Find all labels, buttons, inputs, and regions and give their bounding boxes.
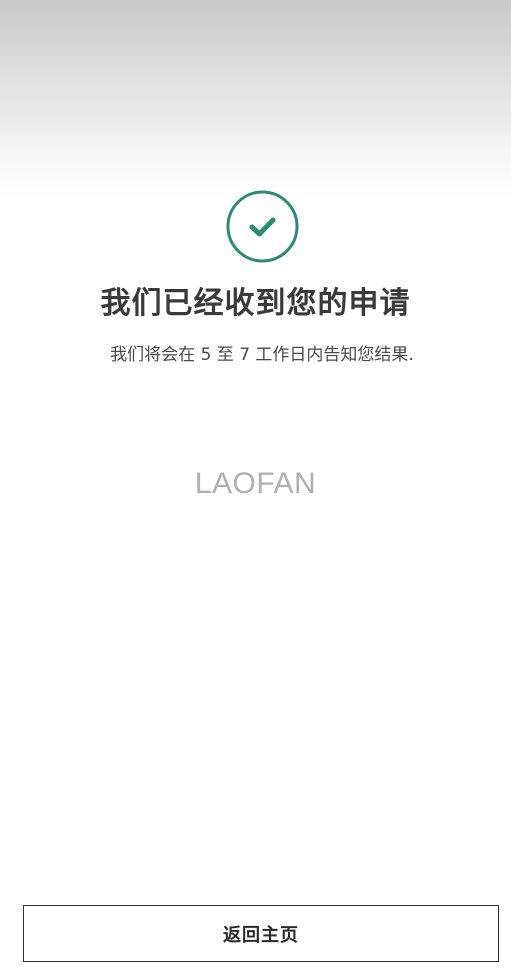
confirmation-title: 我们已经收到您的申请	[100, 286, 411, 321]
checkmark-icon	[249, 217, 276, 237]
check-circle-icon	[226, 190, 299, 263]
return-home-button-label: 返回主页	[223, 924, 299, 946]
check-circle-ring	[226, 190, 299, 263]
confirmation-screen: 我们已经收到您的申请 我们将会在 5 至 7 工作日内告知您结果. LAOFAN…	[0, 0, 511, 969]
watermark-text: LAOFAN	[194, 467, 317, 500]
confirmation-message: 我们将会在 5 至 7 工作日内告知您结果.	[110, 345, 414, 365]
return-home-button[interactable]: 返回主页	[23, 905, 499, 962]
